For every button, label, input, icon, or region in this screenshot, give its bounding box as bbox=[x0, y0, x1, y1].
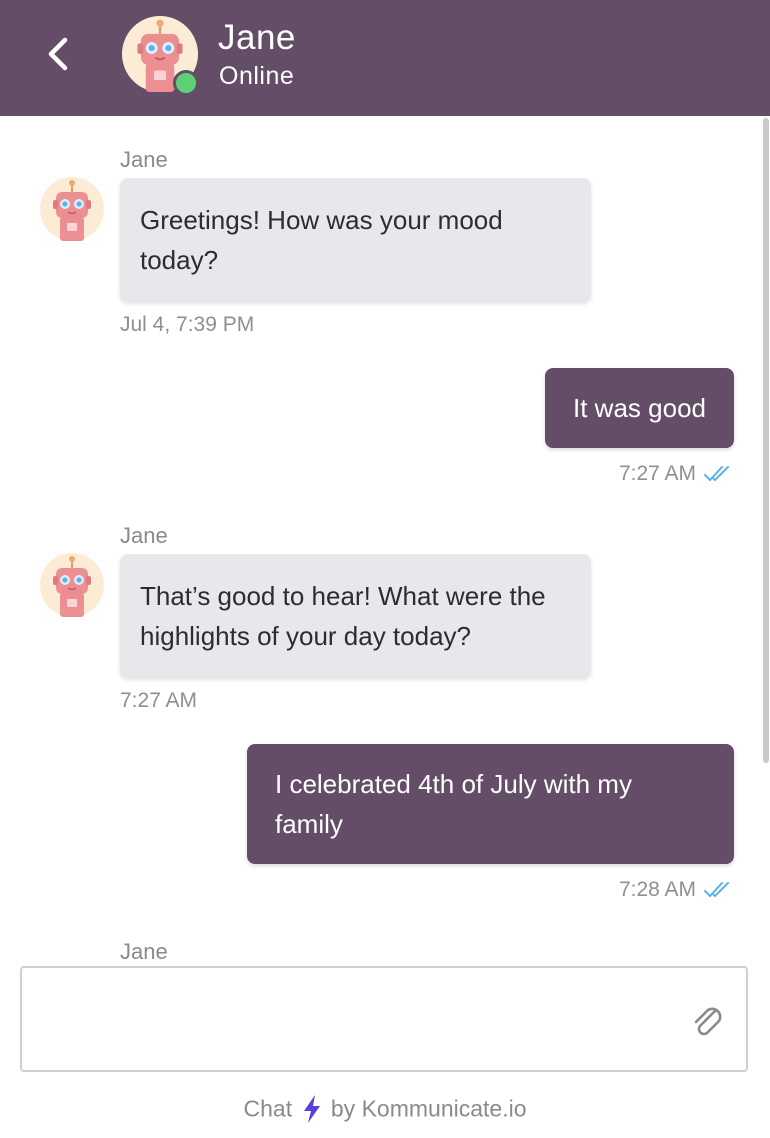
avatar bbox=[40, 177, 104, 241]
paperclip-icon[interactable] bbox=[688, 1002, 728, 1042]
outgoing-message-bubble[interactable]: I celebrated 4th of July with my family bbox=[247, 744, 734, 864]
message-meta: 7:27 AM bbox=[619, 462, 734, 486]
message-meta: 7:28 AM bbox=[619, 878, 734, 902]
contact-name: Jane bbox=[218, 18, 296, 57]
sender-label: Jane bbox=[120, 147, 168, 172]
message-timestamp: 7:27 AM bbox=[618, 462, 696, 485]
incoming-message-bubble[interactable]: That’s good to hear! What were the highl… bbox=[120, 554, 591, 678]
powered-by-prefix: Chat bbox=[243, 1095, 293, 1122]
online-status-dot bbox=[173, 70, 199, 96]
double-check-icon bbox=[704, 880, 734, 900]
powered-by[interactable]: Chat by Kommunicate.io bbox=[0, 1094, 770, 1124]
incoming-message-bubble[interactable]: Greetings! How was your mood today? bbox=[120, 178, 591, 302]
chevron-left-icon bbox=[48, 37, 68, 71]
avatar bbox=[40, 553, 104, 617]
message-timestamp: 7:27 AM bbox=[120, 689, 198, 712]
double-check-icon bbox=[704, 464, 734, 484]
sender-label: Jane bbox=[120, 523, 168, 548]
outgoing-message-bubble[interactable]: It was good bbox=[545, 368, 734, 448]
lightning-bolt-icon bbox=[303, 1095, 320, 1123]
scrollbar-thumb[interactable] bbox=[763, 118, 769, 763]
back-button[interactable] bbox=[38, 34, 78, 74]
contact-status: Online bbox=[219, 62, 295, 90]
sender-label: Jane bbox=[120, 939, 168, 964]
chat-header: Jane Online bbox=[0, 0, 770, 116]
message-input[interactable] bbox=[20, 966, 748, 1072]
message-timestamp: 7:28 AM bbox=[618, 878, 696, 901]
message-timestamp: Jul 4, 7:39 PM bbox=[120, 313, 255, 336]
powered-by-brand: by Kommunicate.io bbox=[330, 1095, 527, 1122]
